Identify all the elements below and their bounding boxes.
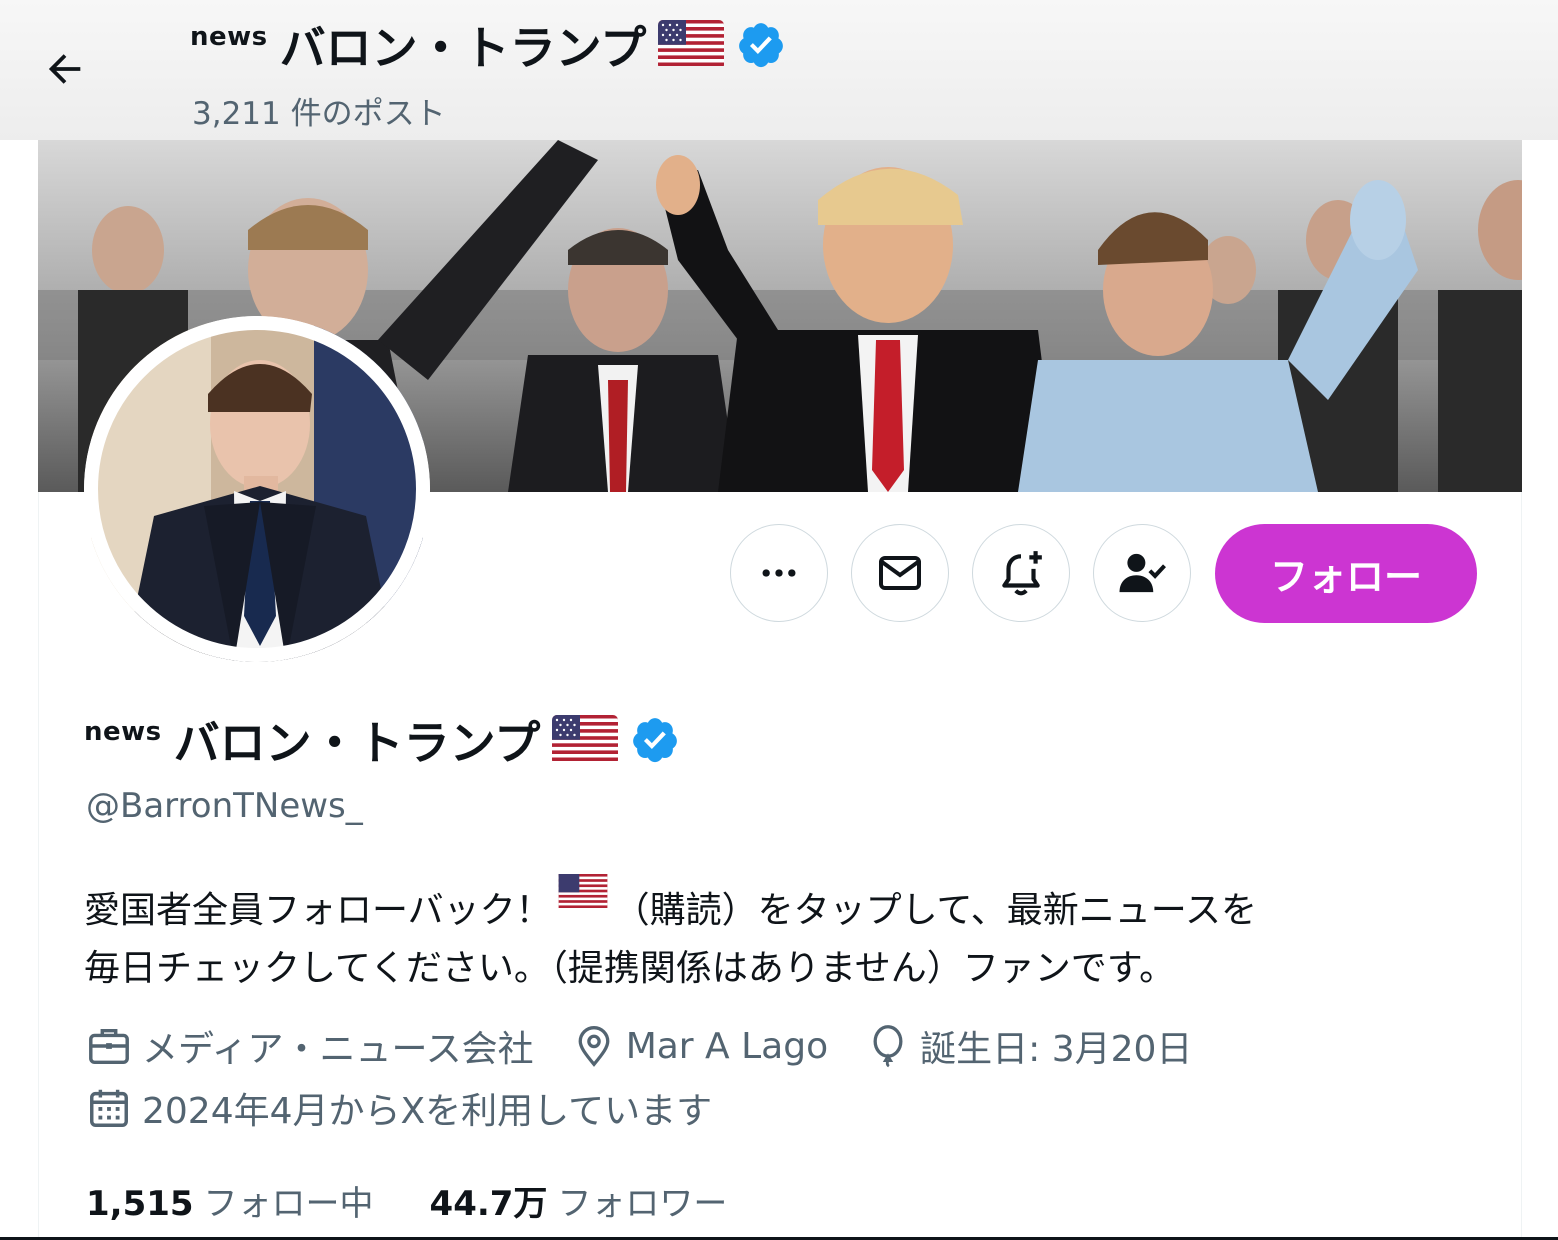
calendar-icon — [90, 1089, 128, 1127]
bell-plus-icon — [1002, 551, 1042, 596]
envelope-icon — [879, 556, 921, 590]
us-flag-icon — [658, 20, 725, 70]
following-count: 1,515 — [86, 1184, 194, 1224]
profile-handle: @BarronTNews_ — [86, 786, 363, 826]
us-flag-icon — [552, 715, 619, 765]
followers-link[interactable]: 44.7万 フォロワー — [430, 1176, 728, 1225]
profile-bio: 愛国者全員フォローバック！ （購読）をタップして、最新ニュースを 毎日チェックし… — [84, 868, 1484, 998]
birthday-item: 誕生日: 3月20日 — [866, 1020, 1192, 1072]
header-name: news バロン・トランプ — [190, 12, 786, 78]
message-button[interactable] — [851, 524, 949, 622]
header-display-name: バロン・トランプ — [279, 21, 647, 75]
subscribe-button[interactable] — [1093, 524, 1191, 622]
location-text: Mar A Lago — [625, 1025, 829, 1067]
location-item: Mar A Lago — [572, 1024, 828, 1068]
briefcase-icon — [89, 1028, 129, 1065]
category-item: メディア・ニュース会社 — [86, 1020, 534, 1072]
category-text: メディア・ニュース会社 — [142, 1029, 534, 1070]
post-count: 3,211 件のポスト — [192, 96, 446, 132]
follow-stats: 1,515 フォロー中 44.7万 フォロワー — [86, 1176, 727, 1225]
back-arrow-icon — [48, 54, 81, 84]
followers-label: フォロワー — [557, 1184, 728, 1224]
balloon-icon — [873, 1025, 903, 1068]
profile-meta-joined: 2024年4月からXを利用しています — [86, 1082, 750, 1134]
birthday-text: 誕生日: 3月20日 — [920, 1029, 1193, 1070]
follow-button[interactable]: フォロー — [1215, 524, 1477, 623]
notification-button[interactable] — [972, 524, 1070, 622]
more-button[interactable] — [730, 524, 828, 622]
person-check-icon — [1119, 553, 1166, 593]
bio-text: 愛国者全員フォローバック！ — [84, 890, 552, 931]
profile-avatar[interactable] — [84, 316, 430, 662]
followers-count: 44.7万 — [429, 1184, 548, 1224]
profile-meta: メディア・ニュース会社 Mar A Lago 誕生日: 3月20日 — [86, 1020, 1230, 1072]
more-dots-icon — [762, 569, 796, 577]
bio-text: （購読）をタップして、最新ニュースを — [613, 890, 1257, 931]
joined-text: 2024年4月からXを利用しています — [142, 1091, 713, 1132]
back-button[interactable] — [36, 40, 94, 98]
location-pin-icon — [578, 1026, 610, 1067]
bio-text: 毎日チェックしてください。（提携関係はありません）ファンです。 — [84, 948, 1176, 989]
following-link[interactable]: 1,515 フォロー中 — [86, 1176, 374, 1225]
news-mark: news — [84, 717, 162, 747]
profile-display-name: バロン・トランプ — [173, 716, 541, 770]
news-mark: news — [190, 22, 268, 52]
verified-badge-icon — [739, 23, 784, 68]
profile-name: news バロン・トランプ — [84, 705, 680, 775]
top-bar: news バロン・トランプ 3,211 件のポスト — [0, 0, 1558, 140]
us-flag-icon — [558, 868, 608, 926]
verified-badge-icon[interactable] — [630, 715, 680, 765]
following-label: フォロー中 — [203, 1184, 374, 1224]
joined-item: 2024年4月からXを利用しています — [86, 1082, 712, 1134]
